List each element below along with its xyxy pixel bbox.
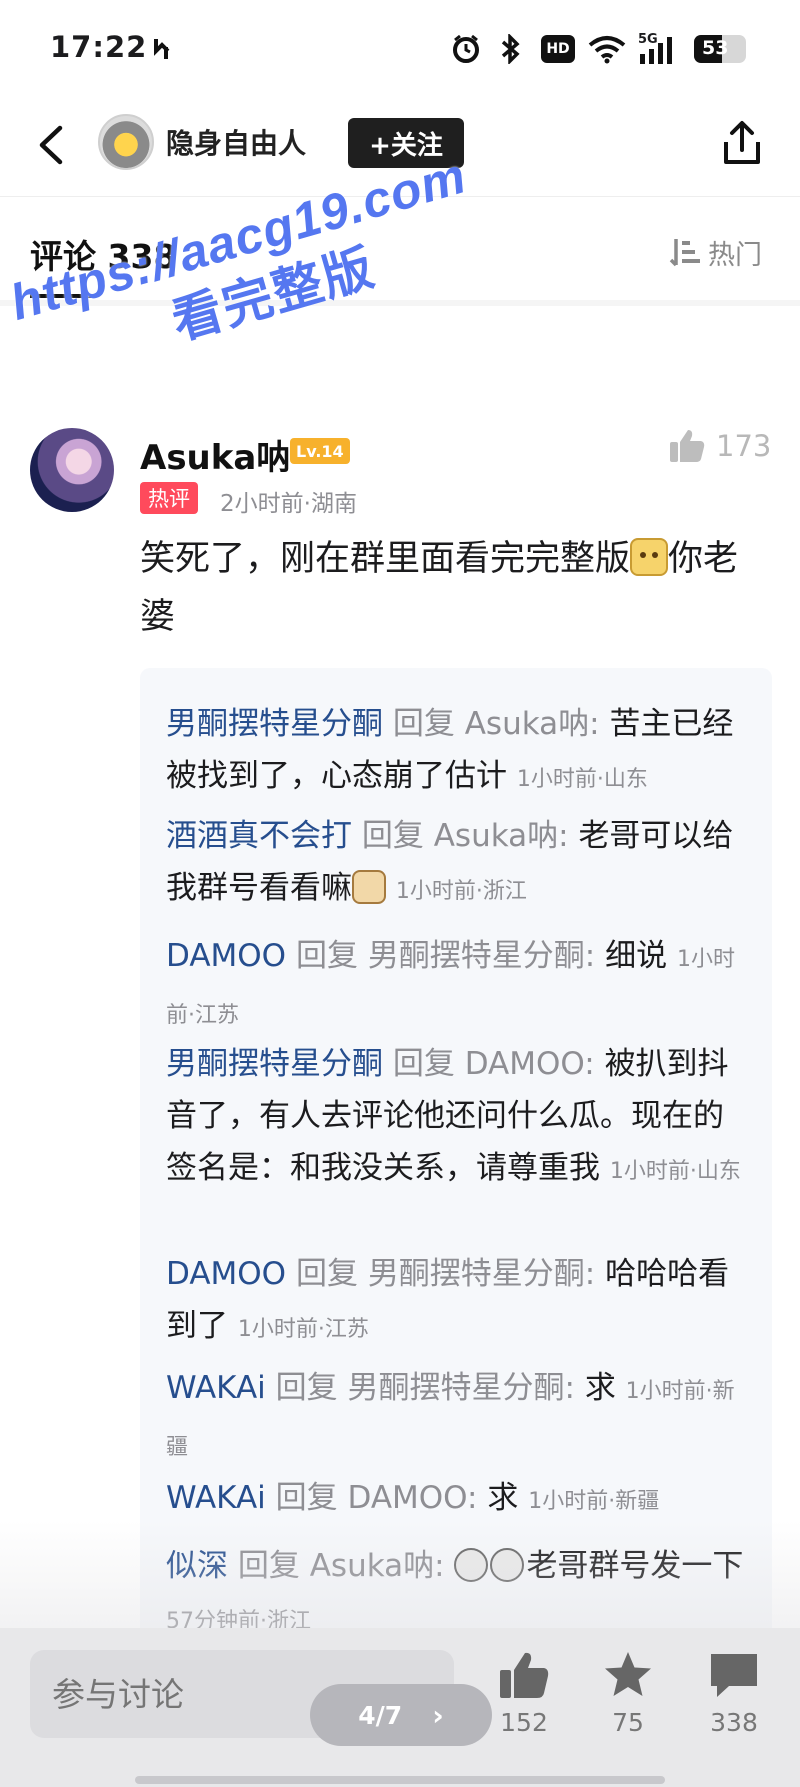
reply-word: 回复	[237, 1548, 300, 1584]
5g-signal-icon: 5G	[636, 32, 682, 64]
reply-target: 男酮摆特星分酮:	[367, 938, 596, 974]
sort-hot-button[interactable]: 热门	[668, 234, 762, 271]
reply-word: 回复	[275, 1480, 338, 1516]
reply-user[interactable]: DAMOO	[166, 938, 286, 974]
hot-comment-badge: 热评	[140, 482, 198, 514]
thumbs-up-icon	[670, 430, 705, 462]
status-time: 17:22	[50, 30, 148, 64]
alarm-icon	[450, 34, 482, 64]
author-name[interactable]: 隐身自由人	[166, 122, 306, 162]
page-indicator[interactable]: 4/7 ›	[310, 1684, 492, 1746]
commenter-name[interactable]: Asuka呐	[140, 430, 290, 479]
replies-box: 男酮摆特星分酮 回复 Asuka呐: 苦主已经被找到了，心态崩了估计 1小时前·…	[140, 668, 772, 1658]
comment-text: 笑死了，刚在群里面看完完整版 你老婆	[140, 530, 770, 646]
thumbs-up-icon	[500, 1652, 549, 1698]
reply-word: 回复	[361, 818, 424, 854]
wifi-icon	[586, 34, 628, 64]
crying-emoji-icon	[490, 1548, 525, 1582]
reply-user[interactable]: DAMOO	[166, 1256, 286, 1292]
reply-word: 回复	[392, 1046, 455, 1082]
post-like-count: 152	[500, 1708, 548, 1737]
reply-user[interactable]: WAKAi	[166, 1480, 266, 1516]
hd-icon: HD	[540, 34, 576, 64]
reply-target: DAMOO:	[464, 1046, 595, 1082]
reply-text: 求	[487, 1480, 519, 1516]
reply-word: 回复	[392, 706, 455, 742]
reply-target: Asuka呐:	[464, 706, 600, 742]
comment-meta: 2小时前·湖南	[220, 491, 357, 517]
reply-time: 1小时前·新疆	[528, 1489, 660, 1514]
crying-emoji-icon	[454, 1548, 489, 1582]
chevron-right-icon: ›	[432, 1698, 444, 1732]
reply-user[interactable]: 似深	[166, 1548, 228, 1584]
sync-icon	[146, 34, 176, 64]
comments-tabs: 评论 338 热门	[0, 198, 800, 298]
reply-target: DAMOO:	[347, 1480, 478, 1516]
favorite-button[interactable]: 75	[588, 1650, 668, 1737]
cat-emoji-icon	[630, 538, 669, 576]
share-icon[interactable]	[716, 118, 768, 170]
author-avatar[interactable]	[98, 114, 154, 170]
divider	[0, 300, 800, 306]
reply-user[interactable]: 男酮摆特星分酮	[166, 1046, 383, 1082]
commenter-avatar[interactable]	[30, 428, 114, 512]
sort-label: 热门	[708, 239, 762, 271]
tab-comments[interactable]: 评论 338	[30, 230, 176, 278]
comments-button[interactable]: 338	[694, 1650, 774, 1737]
comment-bubble-icon	[711, 1654, 757, 1697]
reply-text: 老哥群号发一下	[526, 1548, 744, 1584]
back-arrow-icon[interactable]	[28, 120, 78, 170]
reply-item[interactable]: 酒酒真不会打 回复 Asuka呐: 老哥可以给我群号看看嘛 1小时前·浙江	[166, 810, 748, 918]
cat-emoji-icon	[352, 870, 386, 904]
reply-time: 1小时前·江苏	[237, 1317, 369, 1342]
reply-item[interactable]: WAKAi 回复 男酮摆特星分酮: 求 1小时前·新疆	[166, 1362, 748, 1474]
reply-word: 回复	[295, 938, 358, 974]
reply-word: 回复	[275, 1370, 338, 1406]
page-indicator-text: 4/7	[358, 1700, 403, 1730]
sort-icon	[669, 239, 700, 267]
reply-text: 细说	[605, 938, 668, 974]
level-badge: Lv.14	[290, 438, 350, 464]
bottom-bar: 4/7 › 152 75 338	[0, 1628, 800, 1787]
reply-item[interactable]: WAKAi 回复 DAMOO: 求 1小时前·新疆	[166, 1472, 748, 1528]
follow-button[interactable]: +关注	[348, 118, 464, 168]
reply-target: 男酮摆特星分酮:	[347, 1370, 575, 1406]
post-like-button[interactable]: 152	[484, 1650, 564, 1737]
comment-text-part1: 笑死了，刚在群里面看完完整版	[140, 539, 631, 579]
status-bar: 17:22 HD 5G 53	[0, 0, 800, 100]
reply-word: 回复	[295, 1256, 358, 1292]
comment-like-button[interactable]: 173	[668, 428, 771, 464]
reply-item[interactable]: DAMOO 回复 男酮摆特星分酮: 哈哈哈看到了 1小时前·江苏	[166, 1248, 748, 1356]
reply-target: 男酮摆特星分酮:	[367, 1256, 596, 1292]
battery-icon: 53	[692, 34, 748, 64]
tab-underline	[30, 294, 96, 298]
reply-item[interactable]: 男酮摆特星分酮 回复 Asuka呐: 苦主已经被找到了，心态崩了估计 1小时前·…	[166, 698, 748, 806]
reply-user[interactable]: 男酮摆特星分酮	[166, 706, 383, 742]
reply-target: Asuka呐:	[433, 818, 569, 854]
reply-item[interactable]: DAMOO 回复 男酮摆特星分酮: 细说 1小时前·江苏	[166, 930, 748, 1042]
reply-text: 求	[584, 1370, 616, 1406]
home-indicator[interactable]	[135, 1776, 665, 1784]
reply-item[interactable]: 男酮摆特星分酮 回复 DAMOO: 被扒到抖音了，有人去评论他还问什么瓜。现在的…	[166, 1038, 748, 1198]
reply-user[interactable]: WAKAi	[166, 1370, 266, 1406]
reply-target: Asuka呐:	[309, 1548, 445, 1584]
reply-time: 1小时前·山东	[516, 767, 648, 792]
favorite-count: 75	[612, 1708, 644, 1737]
reply-time: 1小时前·山东	[609, 1159, 741, 1184]
post-header: 隐身自由人 +关注	[0, 100, 800, 197]
bluetooth-icon	[494, 34, 528, 64]
comment-count: 338	[710, 1708, 758, 1737]
star-icon	[605, 1652, 651, 1696]
comment-like-count: 173	[716, 429, 772, 463]
reply-user[interactable]: 酒酒真不会打	[166, 818, 352, 854]
reply-time: 1小时前·浙江	[395, 879, 527, 904]
